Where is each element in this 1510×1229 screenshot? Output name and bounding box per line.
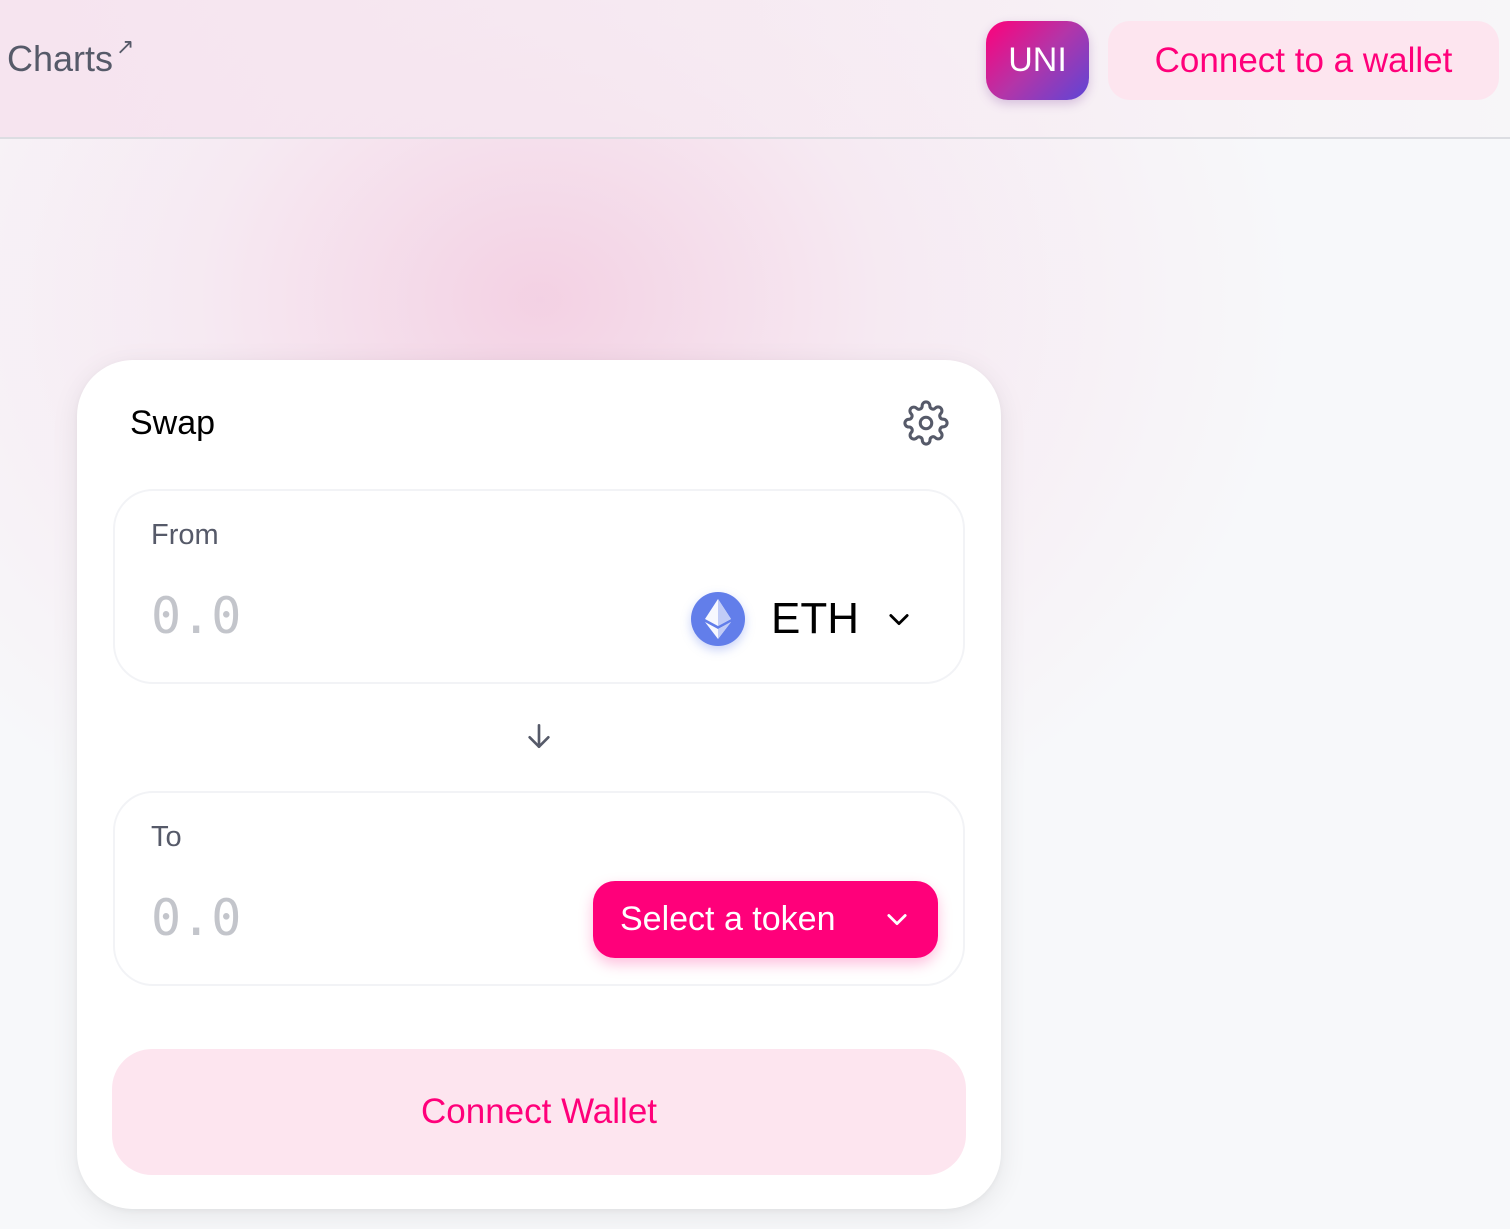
from-label: From (151, 519, 219, 551)
from-panel: From 0.0 ETH (113, 489, 965, 684)
arrow-down-icon[interactable] (523, 720, 555, 752)
to-amount-input[interactable]: 0.0 (151, 889, 241, 947)
gear-icon[interactable] (903, 400, 949, 446)
from-amount-input[interactable]: 0.0 (151, 587, 241, 645)
chevron-down-icon (887, 914, 907, 926)
chevron-down-icon (889, 614, 909, 626)
from-token-selector[interactable]: ETH (691, 591, 913, 647)
ethereum-icon (691, 592, 745, 646)
swap-title: Swap (130, 404, 216, 442)
charts-label: Charts (7, 38, 114, 79)
external-link-icon: ↗ (116, 34, 135, 59)
connect-to-wallet-button[interactable]: Connect to a wallet (1108, 21, 1499, 100)
from-token-symbol: ETH (771, 594, 859, 643)
connect-wallet-button[interactable]: Connect Wallet (112, 1049, 966, 1175)
select-token-button[interactable]: Select a token (593, 881, 938, 958)
charts-link[interactable]: Charts ↗ (7, 34, 134, 80)
to-label: To (151, 821, 182, 853)
swap-card: Swap From 0.0 ETH To 0.0 Select a token … (77, 360, 1001, 1209)
select-token-label: Select a token (620, 900, 836, 938)
uni-token-badge[interactable]: UNI (986, 21, 1089, 100)
to-panel: To 0.0 Select a token (113, 791, 965, 986)
top-nav-bar: Charts ↗ UNI Connect to a wallet (0, 0, 1510, 139)
